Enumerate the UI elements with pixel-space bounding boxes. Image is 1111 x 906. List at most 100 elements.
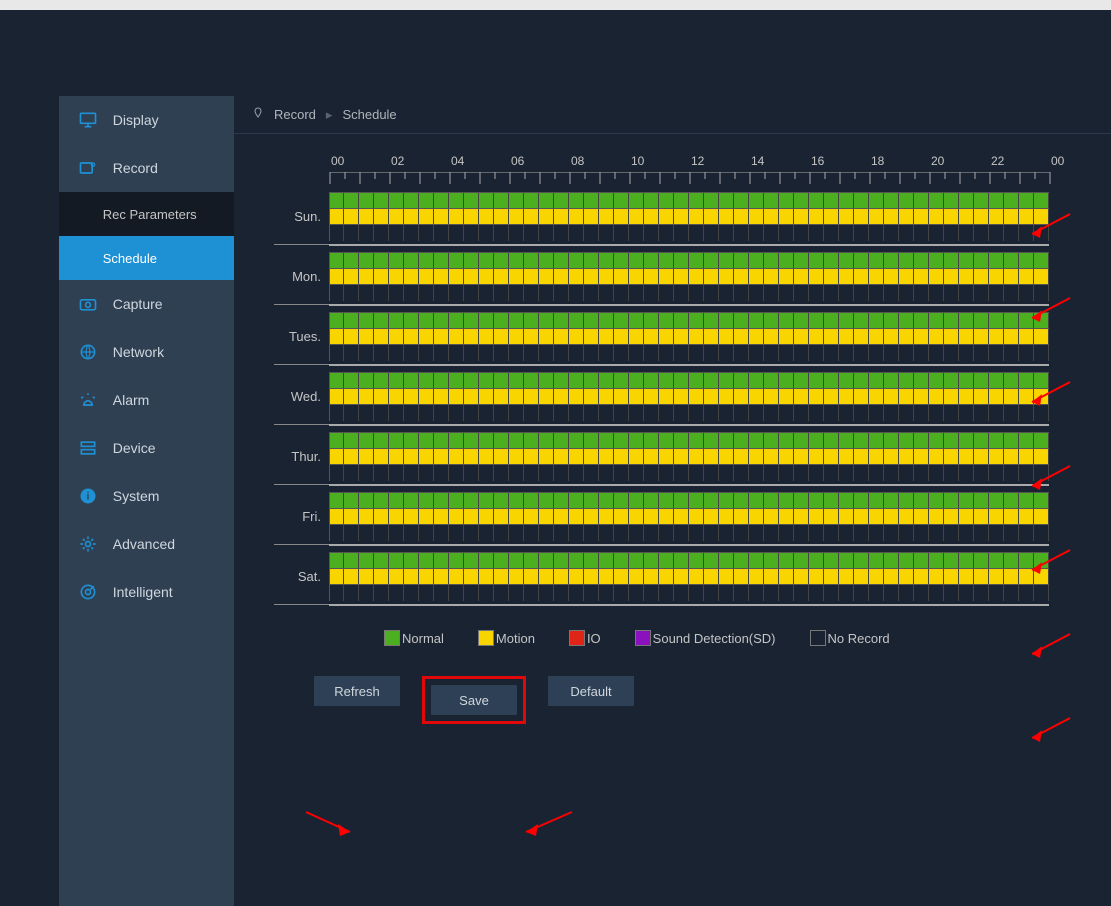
schedule-cell[interactable] [869,209,884,225]
schedule-cell[interactable] [1004,225,1019,241]
schedule-cell[interactable] [1004,253,1019,269]
schedule-cell[interactable] [989,269,1004,285]
schedule-cell[interactable] [989,525,1004,541]
schedule-cell[interactable] [674,225,689,241]
schedule-cell[interactable] [674,389,689,405]
schedule-cell[interactable] [884,389,899,405]
schedule-cell[interactable] [719,525,734,541]
schedule-cell[interactable] [734,209,749,225]
schedule-cell[interactable] [779,373,794,389]
sidebar-item-intelligent[interactable]: Intelligent [59,568,234,616]
schedule-cell[interactable] [764,553,779,569]
schedule-cell[interactable] [554,345,569,361]
schedule-cell[interactable] [479,269,494,285]
schedule-cell[interactable] [824,269,839,285]
schedule-cell[interactable] [824,405,839,421]
schedule-cell[interactable] [1019,553,1034,569]
schedule-cell[interactable] [419,585,434,601]
schedule-cell[interactable] [989,329,1004,345]
schedule-cell[interactable] [494,553,509,569]
schedule-cell[interactable] [329,449,344,465]
schedule-cell[interactable] [539,269,554,285]
schedule-cell[interactable] [389,525,404,541]
schedule-cell[interactable] [1019,329,1034,345]
schedule-cell[interactable] [944,389,959,405]
schedule-cell[interactable] [974,329,989,345]
schedule-cell[interactable] [449,405,464,421]
schedule-cell[interactable] [914,509,929,525]
schedule-cell[interactable] [554,405,569,421]
schedule-cell[interactable] [989,225,1004,241]
schedule-cell[interactable] [539,209,554,225]
schedule-cell[interactable] [344,225,359,241]
schedule-cell[interactable] [659,389,674,405]
schedule-cell[interactable] [914,405,929,421]
schedule-cell[interactable] [659,569,674,585]
schedule-cell[interactable] [839,433,854,449]
schedule-cell[interactable] [434,209,449,225]
schedule-cell[interactable] [494,193,509,209]
schedule-cell[interactable] [1004,193,1019,209]
schedule-cell[interactable] [539,405,554,421]
schedule-cell[interactable] [494,465,509,481]
schedule-cell[interactable] [464,433,479,449]
schedule-cell[interactable] [404,253,419,269]
schedule-cell[interactable] [884,345,899,361]
schedule-cell[interactable] [929,313,944,329]
schedule-cell[interactable] [974,209,989,225]
schedule-cell[interactable] [674,569,689,585]
schedule-cell[interactable] [659,253,674,269]
schedule-cell[interactable] [479,285,494,301]
schedule-cell[interactable] [644,193,659,209]
schedule-cell[interactable] [764,329,779,345]
schedule-cell[interactable] [569,253,584,269]
schedule-cell[interactable] [539,313,554,329]
schedule-cell[interactable] [359,373,374,389]
schedule-cell[interactable] [824,449,839,465]
schedule-cell[interactable] [914,449,929,465]
schedule-cell[interactable] [1004,525,1019,541]
schedule-cell[interactable] [824,389,839,405]
schedule-cell[interactable] [1034,585,1049,601]
schedule-cell[interactable] [854,405,869,421]
schedule-cell[interactable] [1004,509,1019,525]
schedule-cell[interactable] [809,585,824,601]
schedule-cell[interactable] [764,509,779,525]
schedule-cell[interactable] [719,225,734,241]
schedule-cell[interactable] [584,569,599,585]
schedule-cell[interactable] [329,553,344,569]
schedule-cell[interactable] [344,269,359,285]
schedule-cell[interactable] [974,345,989,361]
schedule-cell[interactable] [479,225,494,241]
schedule-cell[interactable] [659,209,674,225]
schedule-cell[interactable] [869,525,884,541]
schedule-cell[interactable] [689,209,704,225]
schedule-cell[interactable] [824,285,839,301]
schedule-cell[interactable] [989,285,1004,301]
schedule-cell[interactable] [614,285,629,301]
schedule-cell[interactable] [329,269,344,285]
schedule-cell[interactable] [884,329,899,345]
schedule-cell[interactable] [794,493,809,509]
schedule-cell[interactable] [1004,493,1019,509]
schedule-cell[interactable] [554,569,569,585]
schedule-cell[interactable] [734,193,749,209]
schedule-cell[interactable] [614,225,629,241]
schedule-cell[interactable] [374,585,389,601]
schedule-cell[interactable] [479,449,494,465]
schedule-cell[interactable] [734,329,749,345]
schedule-cell[interactable] [449,313,464,329]
schedule-cell[interactable] [434,285,449,301]
schedule-cell[interactable] [809,553,824,569]
schedule-cell[interactable] [1034,405,1049,421]
schedule-cell[interactable] [359,389,374,405]
schedule-cell[interactable] [689,569,704,585]
schedule-cell[interactable] [389,253,404,269]
schedule-cell[interactable] [914,225,929,241]
schedule-cell[interactable] [374,253,389,269]
schedule-cell[interactable] [584,253,599,269]
schedule-cell[interactable] [344,285,359,301]
schedule-cell[interactable] [434,525,449,541]
schedule-row[interactable] [329,388,1049,404]
schedule-cell[interactable] [704,433,719,449]
